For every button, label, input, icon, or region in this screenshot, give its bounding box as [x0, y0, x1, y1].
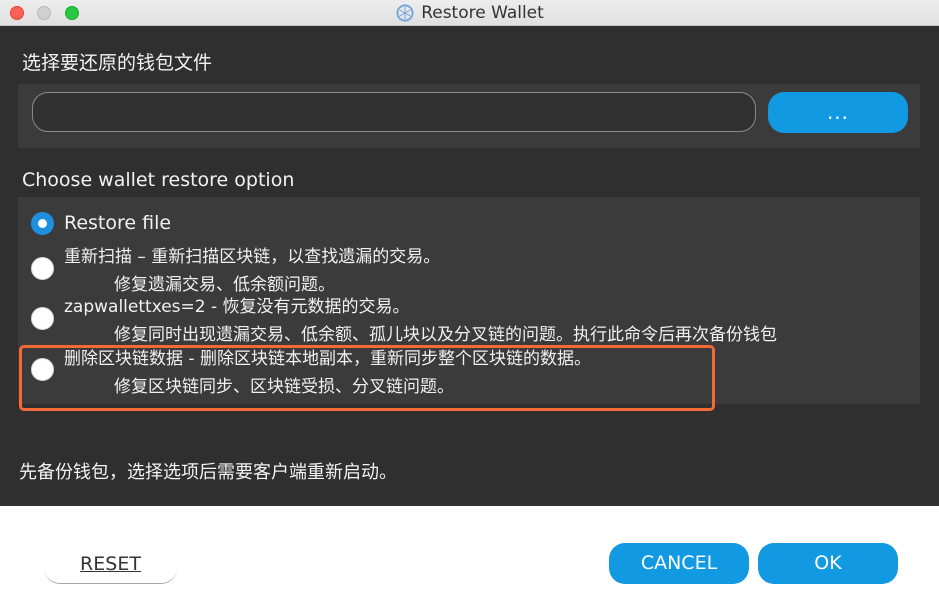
option-zapwallettxes-label: zapwallettxes=2 - 恢复没有元数据的交易。 — [64, 297, 410, 317]
option-restore-file-label: Restore file — [64, 212, 172, 234]
window-maximize-button[interactable] — [65, 6, 79, 20]
window-close-button[interactable] — [10, 6, 24, 20]
wallet-file-heading: 选择要还原的钱包文件 — [22, 52, 213, 74]
restore-option-heading: Choose wallet restore option — [22, 169, 295, 191]
window-title: Restore Wallet — [421, 3, 544, 23]
network-globe-icon — [396, 4, 414, 22]
option-rescan-radio[interactable] — [31, 257, 54, 280]
option-zapwallettxes-radio[interactable] — [31, 307, 54, 330]
wallet-file-path-input[interactable] — [32, 92, 756, 132]
restart-notice: 先备份钱包，选择选项后需要客户端重新启动。 — [19, 462, 397, 483]
reset-button[interactable]: RESET — [44, 548, 177, 584]
reset-button-label: RESET — [80, 553, 141, 575]
browse-file-button[interactable]: ... — [768, 92, 908, 133]
window-titlebar: Restore Wallet — [0, 0, 939, 26]
option-zapwallettxes-description: 修复同时出现遗漏交易、低余额、孤儿块以及分叉链的问题。执行此命令后再次备份钱包 — [114, 325, 777, 345]
wallet-file-group: ... — [18, 84, 920, 148]
window-minimize-button[interactable] — [37, 6, 51, 20]
cancel-button[interactable]: CANCEL — [609, 543, 749, 584]
highlight-box — [19, 345, 715, 411]
option-rescan-label: 重新扫描 – 重新扫描区块链，以查找遗漏的交易。 — [64, 247, 441, 267]
restore-wallet-panel: 选择要还原的钱包文件 ... Choose wallet restore opt… — [0, 26, 939, 506]
ok-button[interactable]: OK — [758, 543, 898, 584]
option-restore-file-radio[interactable] — [31, 212, 54, 235]
